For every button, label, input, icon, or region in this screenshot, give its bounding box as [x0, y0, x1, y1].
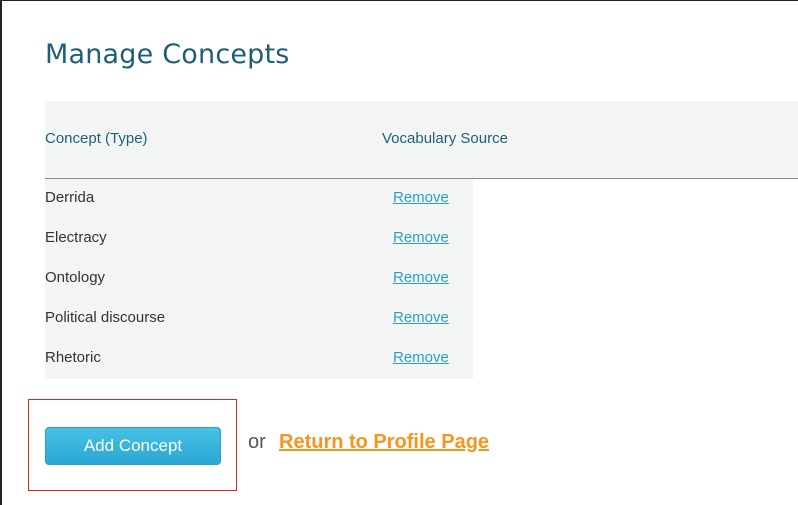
table-row: Ontology Remove: [45, 259, 473, 299]
add-concept-button[interactable]: Add Concept: [45, 427, 221, 465]
remove-link[interactable]: Remove: [393, 269, 449, 286]
remove-link[interactable]: Remove: [393, 309, 449, 326]
table-row: Derrida Remove: [45, 179, 473, 219]
concept-label: Rhetoric: [45, 349, 101, 366]
return-to-profile-link[interactable]: Return to Profile Page: [279, 431, 489, 454]
concept-label: Political discourse: [45, 309, 166, 326]
table-row: Rhetoric Remove: [45, 339, 473, 379]
concept-label: Derrida: [45, 189, 95, 206]
table-header: Concept (Type) Vocabulary Source: [45, 101, 798, 179]
remove-link[interactable]: Remove: [393, 349, 449, 366]
concept-label: Ontology: [45, 269, 106, 286]
table-row: Electracy Remove: [45, 219, 473, 259]
remove-link[interactable]: Remove: [393, 229, 449, 246]
column-header-concept: Concept (Type): [45, 130, 148, 147]
remove-link[interactable]: Remove: [393, 189, 449, 206]
table-row: Political discourse Remove: [45, 299, 473, 339]
page-frame: Manage Concepts Concept (Type) Vocabular…: [0, 0, 798, 505]
column-header-vocabulary-source: Vocabulary Source: [382, 130, 508, 147]
concept-label: Electracy: [45, 229, 107, 246]
page-title: Manage Concepts: [45, 39, 290, 70]
or-separator-text: or: [248, 431, 266, 453]
table-body: Derrida Remove Electracy Remove Ontology…: [45, 179, 473, 379]
